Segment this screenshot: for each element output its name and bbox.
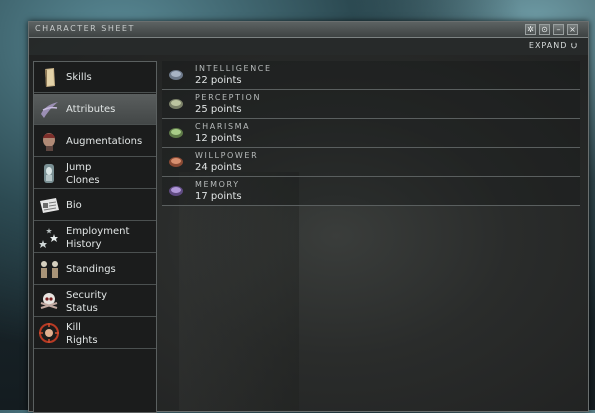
attribute-name: INTELLIGENCE (195, 64, 272, 73)
attributes-icon (41, 102, 58, 118)
sidebar-item-kill-rights[interactable]: Kill Rights (34, 318, 156, 349)
sidebar-item-label: Skills (66, 72, 92, 83)
sidebar-item-label: Jump Clones (66, 161, 100, 186)
sidebar-item-bio[interactable]: Bio (34, 190, 156, 221)
attribute-value: 22 points (195, 75, 242, 86)
memory-icon (169, 186, 183, 196)
attributes-list: INTELLIGENCE 22 points PERCEPTION 25 poi… (162, 61, 580, 411)
window-title: CHARACTER SHEET (35, 24, 135, 33)
sidebar-item-label: Bio (66, 200, 82, 211)
attribute-value: 17 points (195, 191, 242, 202)
employment-stars-icon (39, 228, 58, 248)
title-bar[interactable]: CHARACTER SHEET ✲ ⊙ – × (29, 22, 588, 38)
sidebar-item-label: Security Status (66, 289, 108, 314)
sidebar-item-security-status[interactable]: Security Status (34, 286, 156, 317)
augmentation-head-icon (43, 133, 55, 151)
attribute-name: CHARISMA (195, 122, 251, 131)
attribute-name: PERCEPTION (195, 93, 262, 102)
attribute-value: 25 points (195, 104, 242, 115)
character-sidebar: Skills Attributes Augmentations Jump Clo… (33, 61, 157, 413)
intelligence-icon (169, 70, 183, 80)
close-icon[interactable]: × (567, 24, 578, 35)
bio-document-icon (40, 198, 59, 213)
kill-rights-target-icon (39, 323, 59, 343)
willpower-icon (169, 157, 183, 167)
sidebar-item-label: Augmentations (66, 136, 143, 147)
sidebar-item-standings[interactable]: Standings (34, 254, 156, 285)
expand-button[interactable]: EXPAND ⮋ (529, 41, 578, 51)
charisma-icon (169, 128, 183, 138)
sidebar-item-skills[interactable]: Skills (34, 62, 156, 93)
sidebar-item-employment-history[interactable]: Employment History (34, 222, 156, 253)
attribute-value: 12 points (195, 133, 242, 144)
attribute-value: 24 points (195, 162, 242, 173)
standings-figures-icon (41, 261, 58, 278)
sidebar-item-label: Attributes (66, 104, 116, 115)
expand-bar: EXPAND ⮋ (29, 38, 588, 55)
attribute-row-willpower[interactable]: WILLPOWER 24 points (162, 148, 580, 177)
settings-icon[interactable]: ✲ (525, 24, 536, 35)
character-sheet-window: CHARACTER SHEET ✲ ⊙ – × EXPAND ⮋ Skills (28, 21, 589, 413)
attribute-row-charisma[interactable]: CHARISMA 12 points (162, 119, 580, 148)
attribute-row-intelligence[interactable]: INTELLIGENCE 22 points (162, 61, 580, 90)
sidebar-item-attributes[interactable]: Attributes (34, 94, 156, 125)
sidebar-item-augmentations[interactable]: Augmentations (34, 126, 156, 157)
attribute-row-perception[interactable]: PERCEPTION 25 points (162, 90, 580, 119)
attribute-row-memory[interactable]: MEMORY 17 points (162, 177, 580, 206)
expand-label: EXPAND (528, 41, 568, 50)
book-icon (45, 68, 55, 87)
attribute-name: MEMORY (195, 180, 240, 189)
perception-icon (169, 99, 183, 109)
sidebar-item-label: Kill Rights (66, 321, 98, 346)
sidebar-item-jump-clones[interactable]: Jump Clones (34, 158, 156, 189)
sidebar-item-label: Standings (66, 264, 116, 275)
help-icon[interactable]: ⊙ (539, 24, 550, 35)
double-chevron-down-icon: ⮋ (570, 41, 578, 50)
sidebar-item-label: Employment History (66, 225, 130, 250)
minimize-icon[interactable]: – (553, 24, 564, 35)
jump-clone-icon (44, 164, 54, 183)
attribute-name: WILLPOWER (195, 151, 259, 160)
security-skull-icon (40, 293, 58, 309)
